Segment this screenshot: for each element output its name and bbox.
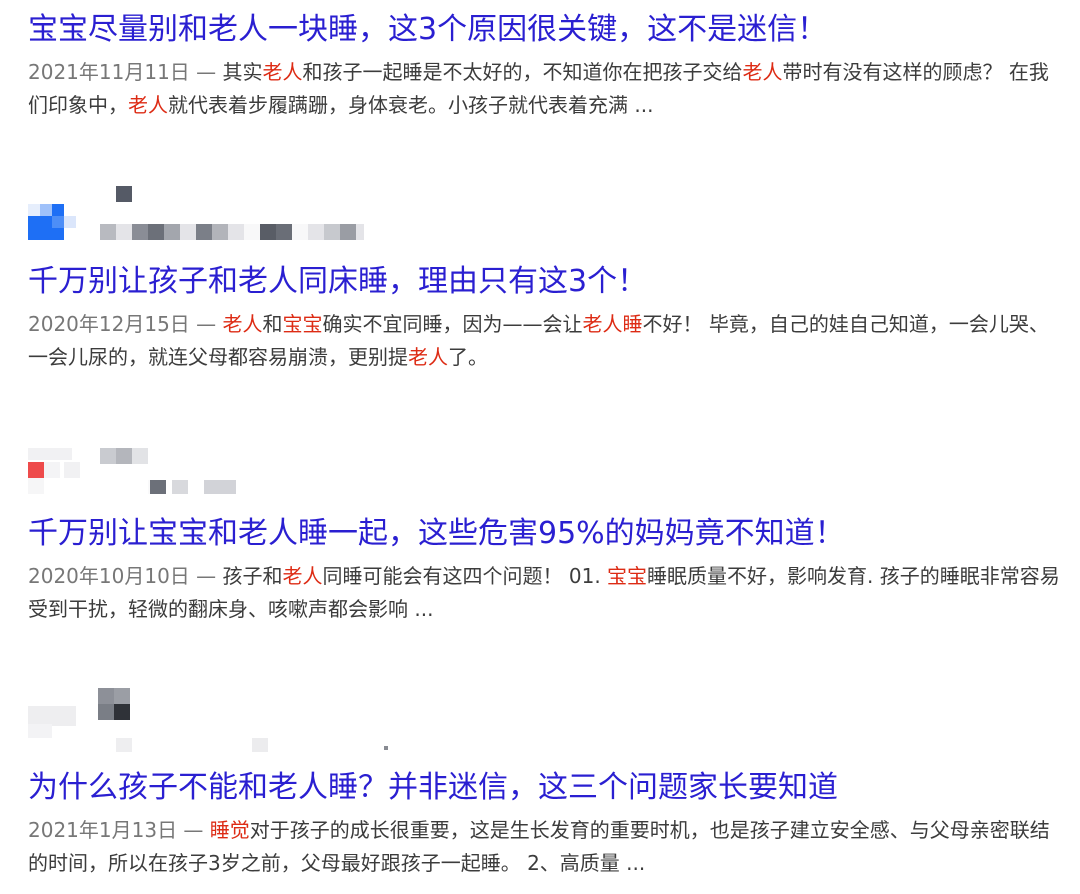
date-separator: —	[189, 60, 223, 84]
date-separator: —	[189, 564, 223, 588]
result-title-link[interactable]: 宝宝尽量别和老人一块睡，这3个原因很关键，这不是迷信！	[28, 10, 1068, 50]
result-title-link[interactable]: 为什么孩子不能和老人睡？并非迷信，这三个问题家长要知道	[28, 768, 1068, 808]
snippet-keyword-highlight: 老人睡	[582, 312, 643, 336]
result-date: 2020年12月15日	[28, 312, 190, 336]
snippet-text: 就代表着步履蹒跚，身体衰老。小孩子就代表着充满 ...	[168, 93, 654, 117]
snippet-text: 和孩子一起睡是不太好的，不知道你在把孩子交给	[302, 60, 743, 84]
snippet-keyword-highlight: 老人	[222, 312, 263, 336]
result-title-link[interactable]: 千万别让孩子和老人同床睡，理由只有这3个！	[28, 262, 1068, 302]
snippet-keyword-highlight: 老人	[742, 60, 783, 84]
source-info-pixelated	[28, 686, 388, 752]
snippet-keyword-highlight: 老人	[282, 564, 323, 588]
snippet-text: 其实	[222, 60, 263, 84]
snippet-text: 孩子和	[222, 564, 283, 588]
search-result: 千万别让宝宝和老人睡一起，这些危害95%的妈妈竟不知道！ 2020年10月10日…	[28, 514, 1068, 626]
result-date: 2021年11月11日	[28, 60, 190, 84]
snippet-keyword-highlight: 宝宝	[282, 312, 323, 336]
snippet-keyword-highlight: 老人	[128, 93, 168, 117]
result-snippet: 2021年1月13日 — 睡觉对于孩子的成长很重要，这是生长发育的重要时机，也是…	[28, 814, 1063, 880]
result-snippet: 2020年12月15日 — 老人和宝宝确实不宜同睡，因为——会让老人睡不好！ 毕…	[28, 308, 1063, 374]
source-info-pixelated	[28, 440, 368, 504]
site-favicon	[28, 462, 44, 478]
result-date: 2021年1月13日	[28, 818, 178, 842]
site-favicon	[98, 688, 114, 704]
search-result: 千万别让孩子和老人同床睡，理由只有这3个！ 2020年12月15日 — 老人和宝…	[28, 262, 1068, 374]
date-separator: —	[177, 818, 210, 842]
snippet-keyword-highlight: 老人	[262, 60, 303, 84]
result-snippet: 2021年11月11日 — 其实老人和孩子一起睡是不太好的，不知道你在把孩子交给…	[28, 56, 1063, 122]
snippet-keyword-highlight: 宝宝	[607, 564, 648, 588]
snippet-keyword-highlight: 老人	[408, 345, 448, 369]
search-result: 为什么孩子不能和老人睡？并非迷信，这三个问题家长要知道 2021年1月13日 —…	[28, 768, 1068, 880]
snippet-text: 同睡可能会有这四个问题！ 01.	[322, 564, 608, 588]
result-snippet: 2020年10月10日 — 孩子和老人同睡可能会有这四个问题！ 01. 宝宝睡眠…	[28, 560, 1063, 626]
search-result: 宝宝尽量别和老人一块睡，这3个原因很关键，这不是迷信！ 2021年11月11日 …	[28, 10, 1068, 122]
snippet-text: 了。	[448, 345, 488, 369]
result-title-link[interactable]: 千万别让宝宝和老人睡一起，这些危害95%的妈妈竟不知道！	[28, 514, 1068, 554]
snippet-text: 确实不宜同睡，因为——会让	[322, 312, 583, 336]
snippet-text: 和	[262, 312, 283, 336]
snippet-keyword-highlight: 睡觉	[209, 818, 250, 842]
source-info-pixelated	[28, 186, 368, 250]
result-date: 2020年10月10日	[28, 564, 190, 588]
date-separator: —	[189, 312, 223, 336]
